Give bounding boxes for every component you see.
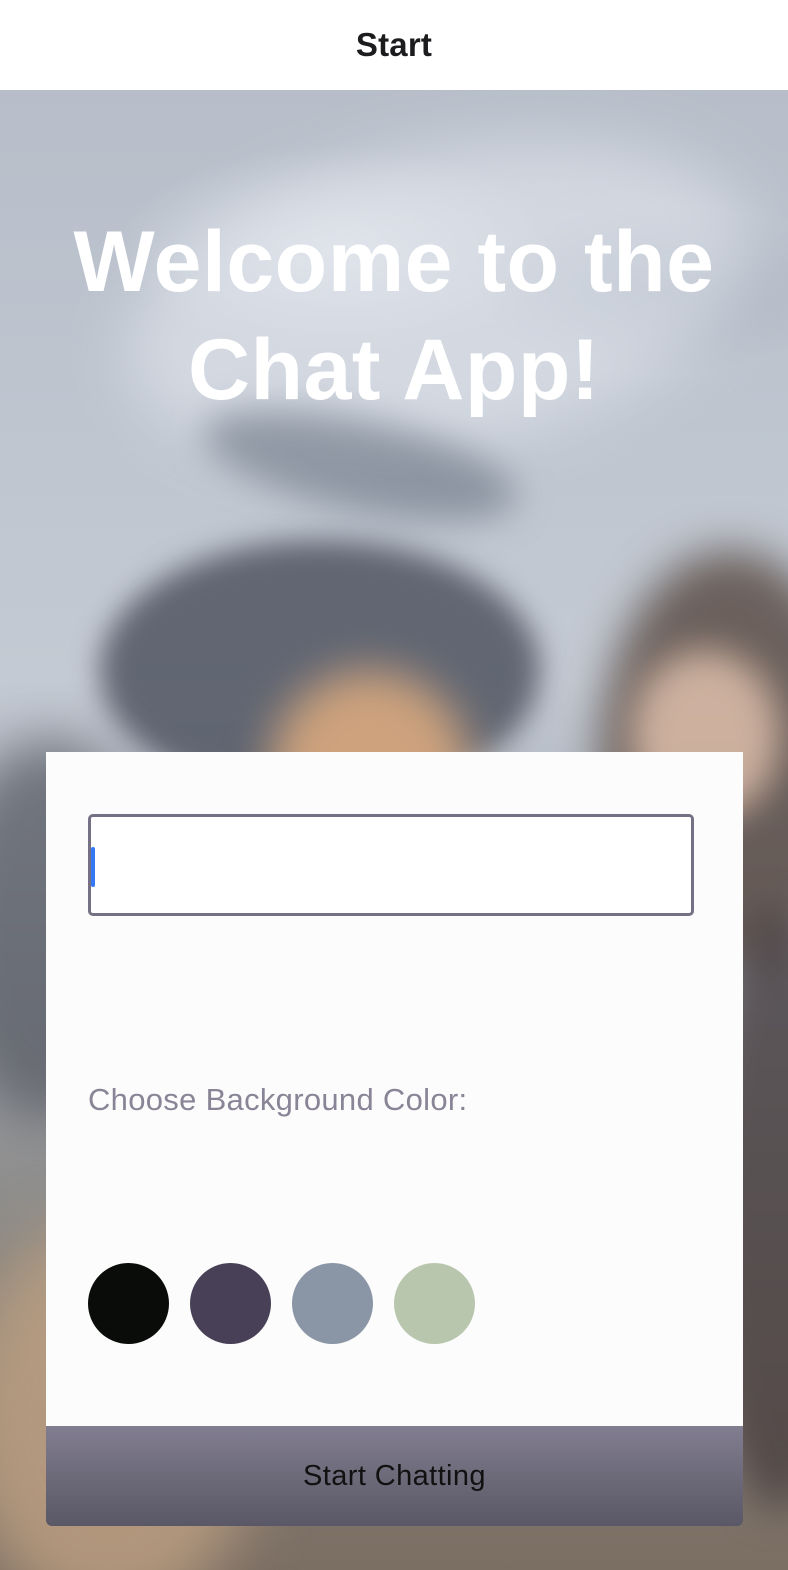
color-choice-label: Choose Background Color: xyxy=(88,1082,468,1117)
welcome-title-line1: Welcome to the xyxy=(73,214,715,310)
name-input[interactable] xyxy=(88,814,694,916)
color-swatches xyxy=(88,1263,475,1344)
start-screen: Start Welcome to the Chat App! Choose Ba… xyxy=(0,0,788,1570)
navigation-bar: Start xyxy=(0,0,788,90)
start-chatting-button[interactable]: Start Chatting xyxy=(46,1426,743,1526)
welcome-title: Welcome to the Chat App! xyxy=(0,208,788,424)
text-caret xyxy=(91,847,95,887)
color-swatch-purple-gray[interactable] xyxy=(190,1263,271,1344)
color-swatch-black[interactable] xyxy=(88,1263,169,1344)
color-swatch-sage[interactable] xyxy=(394,1263,475,1344)
start-form-card: Choose Background Color: xyxy=(46,752,743,1426)
nav-title: Start xyxy=(355,26,433,63)
color-swatch-slate[interactable] xyxy=(292,1263,373,1344)
welcome-title-line2: Chat App! xyxy=(187,322,601,418)
start-chatting-label: Start Chatting xyxy=(303,1459,486,1492)
